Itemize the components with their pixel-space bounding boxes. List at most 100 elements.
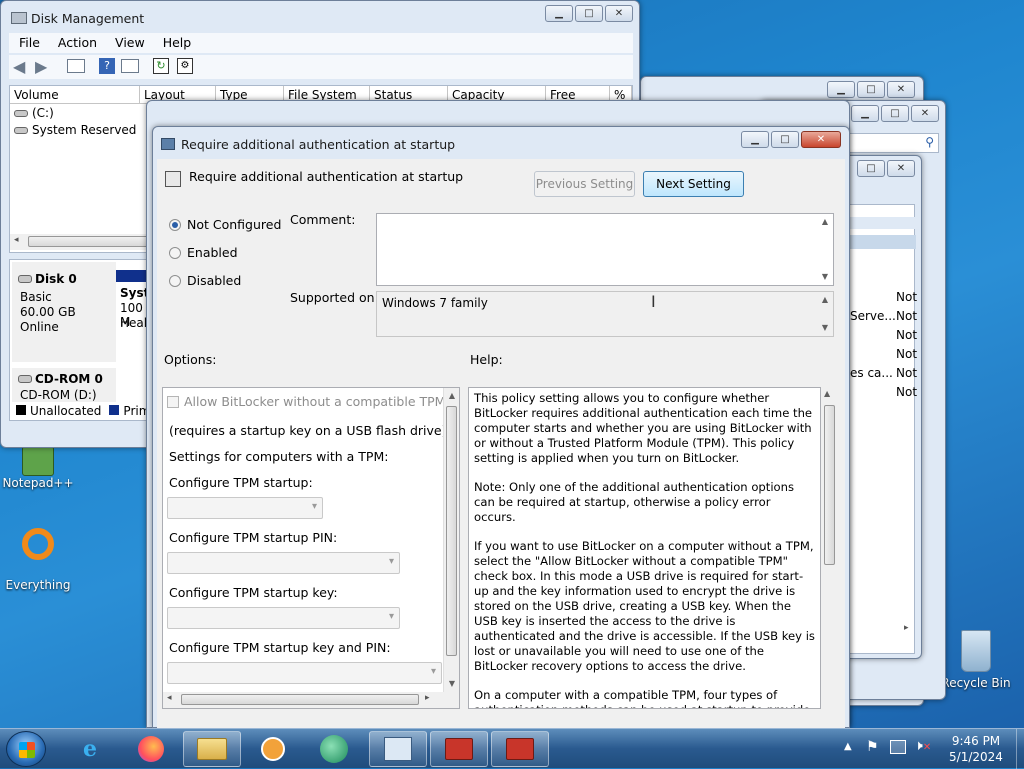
scrollbar-thumb[interactable] bbox=[28, 236, 156, 247]
close-icon[interactable]: ✕ bbox=[887, 160, 915, 177]
previous-setting-button[interactable]: Previous Setting bbox=[534, 171, 635, 197]
disk0-panel[interactable]: Disk 0 Basic 60.00 GB Online bbox=[12, 262, 116, 362]
tpm-key-select[interactable] bbox=[167, 607, 400, 629]
settings-icon[interactable]: ⚙ bbox=[177, 58, 193, 74]
minimize-icon[interactable]: ▁ bbox=[741, 131, 769, 148]
start-button[interactable] bbox=[6, 731, 46, 767]
mute-x-icon: ✕ bbox=[922, 742, 932, 753]
desktop-icon-everything[interactable]: Everything bbox=[0, 528, 76, 592]
tpm-startup-select[interactable] bbox=[167, 497, 323, 519]
table-row[interactable]: System Reserved bbox=[14, 123, 136, 137]
checkbox-label: Allow BitLocker without a compatible TPM bbox=[184, 394, 446, 409]
comment-textarea[interactable]: ▲ ▼ bbox=[376, 213, 834, 286]
refresh-icon[interactable]: ↻ bbox=[153, 58, 169, 74]
supported-scrollbar[interactable]: ▲ ▼ bbox=[817, 292, 833, 336]
taskbar-group-policy-2[interactable] bbox=[491, 731, 549, 767]
radio-not-configured[interactable]: Not Configured bbox=[169, 217, 281, 232]
scroll-right-icon[interactable]: ▸ bbox=[425, 693, 430, 703]
bg-window-3-caption-buttons: □ ✕ bbox=[857, 160, 915, 177]
menu-file[interactable]: File bbox=[19, 35, 40, 50]
options-vertical-scrollbar[interactable]: ▲ ▼ bbox=[443, 388, 459, 692]
taskbar-firefox[interactable] bbox=[122, 731, 180, 767]
close-icon[interactable]: ✕ bbox=[911, 105, 939, 122]
horizontal-scrollbar[interactable]: ◂ bbox=[10, 234, 160, 250]
scroll-up-icon[interactable]: ▲ bbox=[824, 389, 830, 398]
taskbar-group-policy[interactable] bbox=[430, 731, 488, 767]
taskbar-internet-explorer[interactable]: e bbox=[61, 731, 119, 767]
menu-action[interactable]: Action bbox=[58, 35, 97, 50]
tpm-pin-select[interactable] bbox=[167, 552, 400, 574]
menu-help[interactable]: Help bbox=[163, 35, 192, 50]
help-vertical-scrollbar[interactable]: ▲ bbox=[821, 387, 838, 709]
windows-logo-icon bbox=[19, 742, 35, 758]
options-pane: Allow BitLocker without a compatible TPM… bbox=[162, 387, 460, 709]
partition-status: Heal bbox=[120, 316, 148, 330]
scroll-up-icon[interactable]: ▲ bbox=[817, 292, 833, 308]
scrollbar-thumb[interactable] bbox=[181, 694, 419, 705]
legend-unallocated: Unallocated bbox=[30, 404, 102, 418]
properties-icon[interactable] bbox=[121, 59, 139, 73]
taskbar-explorer[interactable] bbox=[183, 731, 241, 767]
close-icon[interactable]: ✕ bbox=[605, 5, 633, 22]
next-setting-button[interactable]: Next Setting bbox=[643, 171, 744, 197]
tpm-startup-label: Configure TPM startup: bbox=[169, 475, 313, 490]
table-row[interactable]: (C:) bbox=[14, 106, 54, 120]
taskbar-app-teal[interactable] bbox=[305, 731, 363, 767]
tpm-key-pin-select[interactable] bbox=[167, 662, 442, 684]
scroll-right-icon[interactable]: ▸ bbox=[904, 623, 909, 633]
radio-disabled[interactable]: Disabled bbox=[169, 273, 241, 288]
bg-value: Not bbox=[896, 290, 918, 304]
policy-setting-dialog[interactable]: Require additional authentication at sta… bbox=[152, 126, 850, 729]
options-horizontal-scrollbar[interactable]: ◂ ▸ bbox=[163, 692, 459, 708]
desktop-icon-recycle-bin[interactable]: Recycle Bin bbox=[938, 630, 1014, 690]
maximize-icon[interactable]: □ bbox=[881, 105, 909, 122]
minimize-icon[interactable]: ▁ bbox=[545, 5, 573, 22]
scroll-down-icon[interactable]: ▼ bbox=[444, 676, 460, 692]
forward-arrow-icon[interactable]: ▶ bbox=[35, 57, 47, 76]
back-arrow-icon[interactable]: ◀ bbox=[13, 57, 25, 76]
minimize-icon[interactable]: ▁ bbox=[827, 81, 855, 98]
radio-enabled[interactable]: Enabled bbox=[169, 245, 238, 260]
maximize-icon[interactable]: □ bbox=[857, 160, 885, 177]
scrollbar-thumb[interactable] bbox=[824, 405, 835, 565]
close-icon[interactable]: ✕ bbox=[887, 81, 915, 98]
scrollbar-thumb[interactable] bbox=[446, 406, 457, 656]
help-label: Help: bbox=[470, 352, 503, 367]
scroll-down-icon[interactable]: ▼ bbox=[817, 320, 833, 336]
close-icon[interactable]: ✕ bbox=[801, 131, 841, 148]
toolbox-icon bbox=[506, 738, 534, 760]
comment-scrollbar[interactable]: ▲ ▼ bbox=[817, 214, 833, 285]
drive-icon bbox=[14, 110, 28, 117]
notepadpp-icon bbox=[22, 446, 54, 476]
action-center-flag-icon[interactable]: ⚑ bbox=[866, 739, 879, 755]
scroll-up-icon[interactable]: ▲ bbox=[444, 388, 460, 404]
volume-muted-icon[interactable]: 🕨✕ bbox=[914, 738, 931, 754]
maximize-icon[interactable]: □ bbox=[575, 5, 603, 22]
maximize-icon[interactable]: □ bbox=[771, 131, 799, 148]
disk-size: 60.00 GB bbox=[20, 305, 76, 319]
show-desktop-button[interactable] bbox=[1016, 729, 1024, 769]
help-icon[interactable]: ? bbox=[99, 58, 115, 74]
scroll-down-icon[interactable]: ▼ bbox=[817, 269, 833, 285]
minimize-icon[interactable]: ▁ bbox=[851, 105, 879, 122]
caption-buttons: ▁ □ ✕ bbox=[545, 5, 633, 22]
maximize-icon[interactable]: □ bbox=[857, 81, 885, 98]
bg-window-caption-buttons: ▁ □ ✕ bbox=[827, 81, 915, 98]
cdrom0-panel[interactable]: CD-ROM 0 CD-ROM (D:) bbox=[12, 368, 116, 402]
tpm-key-pin-label: Configure TPM startup key and PIN: bbox=[169, 640, 391, 655]
taskbar-disk-management[interactable] bbox=[369, 731, 427, 767]
allow-bitlocker-checkbox[interactable]: Allow BitLocker without a compatible TPM bbox=[167, 394, 445, 409]
console-tree-icon[interactable] bbox=[67, 59, 85, 73]
taskbar-media-player[interactable] bbox=[244, 731, 302, 767]
scroll-left-icon[interactable]: ◂ bbox=[14, 235, 19, 245]
menu-view[interactable]: View bbox=[115, 35, 145, 50]
toolbar: ◀ ▶ ? ↻ ⚙ bbox=[9, 55, 633, 79]
help-paragraph: This policy setting allows you to config… bbox=[474, 391, 813, 465]
desktop-icon-notepadpp[interactable]: Notepad++ bbox=[0, 446, 76, 490]
column-volume[interactable]: Volume bbox=[10, 86, 140, 104]
clock[interactable]: 9:46 PM 5/1/2024 bbox=[938, 733, 1014, 765]
scroll-up-icon[interactable]: ▲ bbox=[817, 214, 833, 230]
show-hidden-icons[interactable]: ▲ bbox=[844, 741, 852, 752]
scroll-left-icon[interactable]: ◂ bbox=[167, 693, 172, 703]
network-icon[interactable] bbox=[890, 740, 906, 754]
